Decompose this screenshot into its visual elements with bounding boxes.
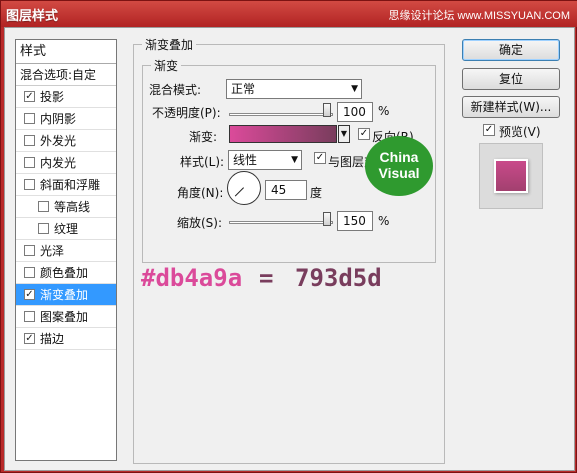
style-item[interactable]: 纹理 — [16, 218, 116, 240]
style-item[interactable]: 内阴影 — [16, 108, 116, 130]
style-item[interactable]: 图案叠加 — [16, 306, 116, 328]
style-item-label: 纹理 — [54, 222, 79, 236]
blending-options-item[interactable]: 混合选项:自定 — [16, 64, 116, 86]
angle-dial[interactable] — [227, 171, 261, 205]
style-item-checkbox[interactable]: ✓ — [24, 333, 35, 344]
style-item[interactable]: 光泽 — [16, 240, 116, 262]
layer-style-dialog: 图层样式 思缘设计论坛 www.MISSYUAN.COM 样式 混合选项:自定 … — [0, 0, 577, 473]
gradient-dropdown-icon[interactable]: ▼ — [338, 125, 350, 143]
style-item-checkbox[interactable]: ✓ — [24, 289, 35, 300]
style-item-checkbox[interactable] — [24, 311, 35, 322]
style-item[interactable]: 外发光 — [16, 130, 116, 152]
style-item[interactable]: 斜面和浮雕 — [16, 174, 116, 196]
style-item-checkbox[interactable]: ✓ — [24, 91, 35, 102]
style-item-checkbox[interactable] — [38, 201, 49, 212]
opacity-slider-track[interactable] — [229, 113, 333, 116]
angle-unit: 度 — [310, 186, 323, 200]
style-item[interactable]: 等高线 — [16, 196, 116, 218]
style-item-label: 内发光 — [40, 156, 77, 170]
style-item-checkbox[interactable] — [38, 223, 49, 234]
scale-unit: % — [378, 214, 390, 228]
angle-input[interactable]: 45 — [265, 180, 307, 200]
gradient-overlay-title: 渐变叠加 — [142, 36, 197, 53]
style-item-label: 光泽 — [40, 244, 65, 258]
style-value: 线性 — [233, 153, 258, 167]
style-label: 样式(L): — [180, 155, 225, 169]
style-item-label: 内阴影 — [40, 112, 77, 126]
angle-label: 角度(N): — [177, 186, 224, 200]
logo-line-2: Visual — [378, 165, 420, 181]
gradient-label: 渐变: — [189, 130, 218, 144]
watermark-text: 思缘设计论坛 www.MISSYUAN.COM — [388, 10, 570, 22]
opacity-input[interactable]: 100 — [337, 102, 373, 122]
preview-swatch — [494, 159, 528, 193]
style-item[interactable]: ✓ 投影 — [16, 86, 116, 108]
new-style-button[interactable]: 新建样式(W)... — [462, 96, 560, 118]
dialog-body: 样式 混合选项:自定 ✓ 投影 内阴影 外发光 内发光 斜面和浮雕 等高线 纹理 光泽 颜色叠加 ✓… — [4, 27, 575, 471]
annotation-color-end: 793d5d — [295, 264, 382, 292]
style-item-checkbox[interactable] — [24, 179, 35, 190]
style-preview — [479, 143, 543, 209]
logo-line-1: China — [379, 149, 419, 165]
style-item[interactable]: 内发光 — [16, 152, 116, 174]
style-item-checkbox[interactable] — [24, 267, 35, 278]
ok-button[interactable]: 确定 — [462, 39, 560, 61]
style-item-checkbox[interactable] — [24, 245, 35, 256]
opacity-unit: % — [378, 104, 390, 118]
chevron-down-icon: ▼ — [291, 155, 298, 165]
style-item-label: 描边 — [40, 332, 65, 346]
scale-slider-track[interactable] — [229, 221, 333, 224]
preview-checkbox[interactable]: ✓ — [483, 124, 495, 136]
chevron-down-icon: ▼ — [351, 84, 358, 94]
scale-label: 缩放(S): — [177, 216, 223, 230]
title-bar: 图层样式 思缘设计论坛 www.MISSYUAN.COM — [1, 1, 577, 27]
style-item-label: 投影 — [40, 90, 65, 104]
blend-mode-select[interactable]: 正常 ▼ — [226, 79, 362, 99]
opacity-slider-thumb[interactable] — [323, 103, 331, 117]
style-item-label: 图案叠加 — [40, 310, 89, 324]
china-visual-logo: China Visual — [365, 136, 433, 196]
align-with-layer-checkbox[interactable]: ✓ — [314, 152, 326, 164]
window-title: 图层样式 — [6, 9, 59, 24]
scale-slider-thumb[interactable] — [323, 212, 331, 226]
style-item[interactable]: 颜色叠加 — [16, 262, 116, 284]
reverse-checkbox[interactable]: ✓ — [358, 128, 370, 140]
style-item-label: 斜面和浮雕 — [40, 178, 101, 192]
style-item-label: 渐变叠加 — [40, 288, 89, 302]
blend-mode-value: 正常 — [231, 82, 256, 96]
styles-header[interactable]: 样式 — [16, 40, 116, 64]
styles-list: 样式 混合选项:自定 ✓ 投影 内阴影 外发光 内发光 斜面和浮雕 等高线 纹理 光泽 颜色叠加 ✓… — [15, 39, 117, 461]
gradient-swatch[interactable] — [229, 125, 337, 143]
style-item-checkbox[interactable] — [24, 113, 35, 124]
annotation-color-start: #db4a9a — [141, 264, 243, 292]
style-items: ✓ 投影内阴影外发光内发光斜面和浮雕等高线纹理光泽颜色叠加 ✓ 渐变叠加图案叠加 ✓ 描边 — [16, 86, 116, 350]
style-item-label: 颜色叠加 — [40, 266, 89, 280]
style-item[interactable]: ✓ 描边 — [16, 328, 116, 350]
blend-mode-label: 混合模式: — [149, 83, 202, 97]
opacity-label: 不透明度(P): — [152, 106, 221, 120]
scale-input[interactable]: 150 — [337, 211, 373, 231]
annotation-separator: = — [259, 264, 274, 292]
gradient-subgroup-title: 渐变 — [151, 57, 182, 74]
preview-label: 预览(V) — [499, 125, 541, 139]
style-item[interactable]: ✓ 渐变叠加 — [16, 284, 116, 306]
style-item-checkbox[interactable] — [24, 135, 35, 146]
style-item-label: 外发光 — [40, 134, 77, 148]
style-select[interactable]: 线性 ▼ — [228, 150, 302, 170]
style-item-checkbox[interactable] — [24, 157, 35, 168]
style-item-label: 等高线 — [54, 200, 91, 214]
reset-button[interactable]: 复位 — [462, 68, 560, 90]
